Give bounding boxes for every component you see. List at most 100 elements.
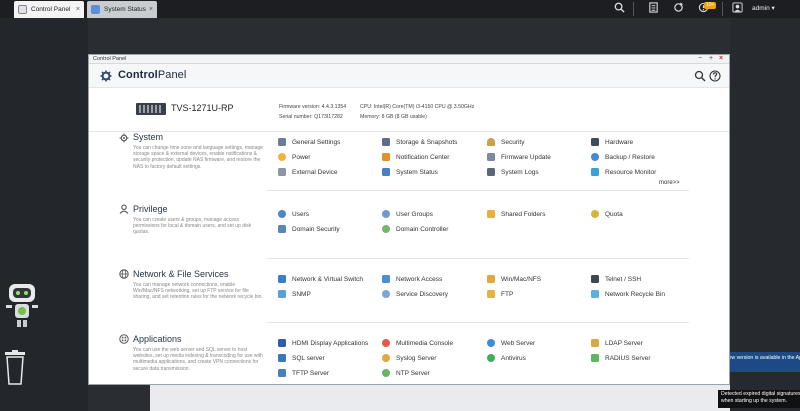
syslog-icon [382,354,390,362]
snmp-item[interactable]: SNMP [278,290,311,298]
users-item[interactable]: Users [278,210,309,218]
close-icon[interactable]: × [76,6,80,13]
tab-label: Control Panel [31,6,71,13]
window-titlebar[interactable]: Control Panel − + × [89,55,729,64]
app-center-notification[interactable]: A new version is available in the App Ce… [718,352,800,372]
divider [267,258,689,259]
resource-monitor-item[interactable]: Resource Monitor [591,168,656,176]
lock-icon [487,138,495,146]
user-icon [119,204,129,214]
tab-control-panel[interactable]: Control Panel × [14,1,84,18]
ftp-item[interactable]: FTP [487,290,513,298]
system-logs-item[interactable]: System Logs [487,168,539,176]
item-label: Web Server [501,339,536,347]
item-label: LDAP Server [605,339,643,347]
sync-icon[interactable] [671,2,685,16]
security-item[interactable]: Security [487,138,524,146]
general-settings-item[interactable]: General Settings [278,138,340,146]
item-label: Quota [605,210,623,218]
item-label: Domain Security [292,225,340,233]
folder-icon [487,210,495,218]
tab-system-status[interactable]: System Status × [87,1,157,18]
close-icon[interactable]: × [149,6,153,13]
telnet-ssh-item[interactable]: Telnet / SSH [591,275,641,283]
win-mac-nfs-item[interactable]: Win/Mac/NFS [487,275,541,283]
section-privilege: Privilege You can create users & groups,… [89,201,729,256]
network-virtual-switch-item[interactable]: Network & Virtual Switch [278,275,363,283]
system-status-item[interactable]: System Status [382,168,438,176]
power-item[interactable]: Power [278,153,310,161]
item-label: Domain Controller [396,225,449,233]
quota-item[interactable]: Quota [591,210,623,218]
top-bar: Control Panel × System Status × 10+ admi… [0,0,800,18]
search-icon[interactable] [694,70,706,82]
notification-badge: 10+ [704,2,717,9]
item-label: Firmware Update [501,153,551,161]
ldap-server-item[interactable]: LDAP Server [591,339,643,347]
multimedia-icon [382,339,390,347]
item-label: RADIUS Server [605,354,651,362]
antivirus-icon [487,354,495,362]
discovery-icon [382,290,390,298]
user-icon[interactable] [730,2,744,16]
signature-warning[interactable]: Detected expired digital signatures when… [718,390,800,408]
sql-server-item[interactable]: SQL server [278,354,325,362]
item-label: Win/Mac/NFS [501,275,542,283]
tftp-icon [278,369,286,377]
service-discovery-item[interactable]: Service Discovery [382,290,448,298]
network-recycle-bin-item[interactable]: Network Recycle Bin [591,290,665,298]
gear-icon [18,5,27,14]
item-label: HDMI Display Applications [292,339,369,347]
clock-icon [382,369,390,377]
backup-restore-item[interactable]: Backup / Restore [591,153,655,161]
more-link[interactable]: more>> [659,180,680,186]
hardware-icon [591,138,599,146]
minimize-button[interactable]: − [698,55,702,63]
firmware-icon [487,153,495,161]
hdmi-icon [278,339,286,347]
external-device-item[interactable]: External Device [278,168,338,176]
help-icon[interactable] [709,70,721,82]
item-label: Telnet / SSH [605,275,642,283]
hdmi-display-applications-item[interactable]: HDMI Display Applications [278,339,368,347]
monitor-icon [382,168,390,176]
tftp-server-item[interactable]: TFTP Server [278,369,329,377]
hardware-item[interactable]: Hardware [591,138,633,146]
multimedia-console-item[interactable]: Multimedia Console [382,339,453,347]
user-groups-item[interactable]: User Groups [382,210,433,218]
apps-icon [119,334,129,344]
web-server-item[interactable]: Web Server [487,339,535,347]
helpdesk-robot-icon[interactable] [4,280,40,330]
antivirus-item[interactable]: Antivirus [487,354,526,362]
shared-folders-item[interactable]: Shared Folders [487,210,545,218]
close-button[interactable]: × [719,55,723,63]
ldap-icon [591,339,599,347]
item-label: Network & Virtual Switch [292,275,364,283]
user-menu[interactable]: admin ▾ [752,4,775,12]
divider [722,2,723,16]
radius-server-item[interactable]: RADIUS Server [591,354,651,362]
app-header: ControlPanel [89,64,729,88]
domain-security-item[interactable]: Domain Security [278,225,340,233]
section-title: Applications [133,334,182,344]
firmware-update-item[interactable]: Firmware Update [487,153,551,161]
item-label: Storage & Snapshots [396,138,458,146]
cpu-info: CPU: Intel(R) Core(TM) i3-4150 CPU @ 3.5… [360,104,475,110]
recycle-bin-icon[interactable] [3,350,27,386]
item-label: Security [501,138,525,146]
section-system: System You can change time zone and lang… [89,129,729,199]
item-label: User Groups [396,210,433,218]
storage-snapshots-item[interactable]: Storage & Snapshots [382,138,457,146]
section-description: You can manage network connections, enab… [133,282,263,301]
domain-controller-item[interactable]: Domain Controller [382,225,448,233]
section-description: You can create users & groups, manage ac… [133,217,252,236]
ntp-server-item[interactable]: NTP Server [382,369,430,377]
tasks-icon[interactable] [646,2,660,16]
serial-number: Serial number: Q173I17282 [279,114,343,120]
search-icon[interactable] [612,2,626,16]
notification-center-item[interactable]: Notification Center [382,153,449,161]
section-title: System [133,132,164,142]
network-access-item[interactable]: Network Access [382,275,442,283]
maximize-button[interactable]: + [709,55,713,63]
syslog-server-item[interactable]: Syslog Server [382,354,436,362]
